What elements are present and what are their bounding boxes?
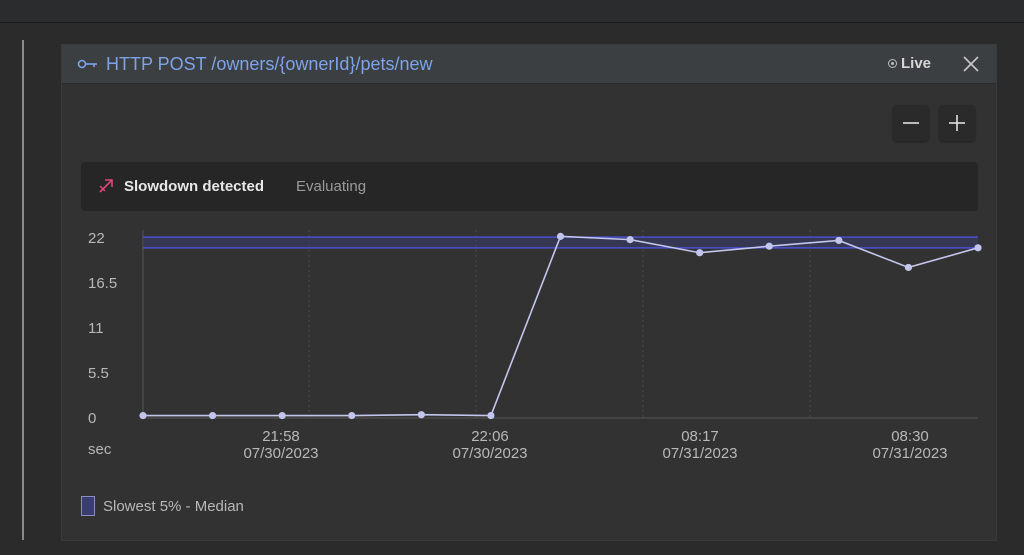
left-divider bbox=[22, 40, 24, 540]
data-point bbox=[974, 244, 982, 252]
data-point bbox=[139, 411, 147, 420]
chart-grid bbox=[142, 230, 978, 419]
top-bar bbox=[0, 0, 1024, 23]
y-tick-label: 16.5 bbox=[88, 275, 117, 292]
series-line bbox=[143, 235, 979, 417]
data-point bbox=[208, 411, 217, 420]
chart-series bbox=[139, 232, 982, 420]
data-point bbox=[904, 263, 913, 272]
y-tick-label: 11 bbox=[88, 320, 104, 337]
data-point bbox=[487, 411, 495, 420]
duration-chart: 2216.5115.50sec 21:5807/30/202322:0607/3… bbox=[88, 230, 982, 462]
y-tick-label: 22 bbox=[88, 230, 105, 247]
y-axis-unit-label: sec bbox=[88, 441, 112, 458]
data-point bbox=[765, 242, 773, 250]
data-point bbox=[835, 236, 843, 245]
x-tick-time: 22:06 bbox=[471, 428, 509, 445]
x-tick-date: 07/30/2023 bbox=[243, 445, 318, 462]
y-tick-label: 5.5 bbox=[88, 365, 109, 382]
x-tick-time: 08:17 bbox=[681, 428, 719, 445]
data-point bbox=[696, 249, 704, 257]
data-point bbox=[278, 411, 286, 420]
x-tick-time: 08:30 bbox=[891, 428, 929, 445]
x-tick-date: 07/30/2023 bbox=[452, 445, 527, 462]
data-point bbox=[626, 236, 634, 244]
data-point bbox=[348, 411, 356, 420]
data-point bbox=[556, 232, 565, 240]
x-tick-date: 07/31/2023 bbox=[872, 445, 947, 462]
insight-panel: HTTP POST /owners/{ownerId}/pets/new Liv… bbox=[61, 44, 997, 541]
y-axis-ticks: 22 16.5 11 5.5 0 sec bbox=[88, 230, 117, 458]
x-tick-date: 07/31/2023 bbox=[662, 445, 737, 462]
x-axis-ticks: 21:5807/30/202322:0607/30/202308:1707/31… bbox=[243, 428, 947, 462]
x-tick-time: 21:58 bbox=[262, 428, 300, 445]
legend-label: Slowest 5% - Median bbox=[103, 498, 244, 515]
y-tick-label: 0 bbox=[88, 410, 96, 427]
legend-swatch bbox=[81, 496, 95, 516]
data-point bbox=[417, 411, 425, 419]
